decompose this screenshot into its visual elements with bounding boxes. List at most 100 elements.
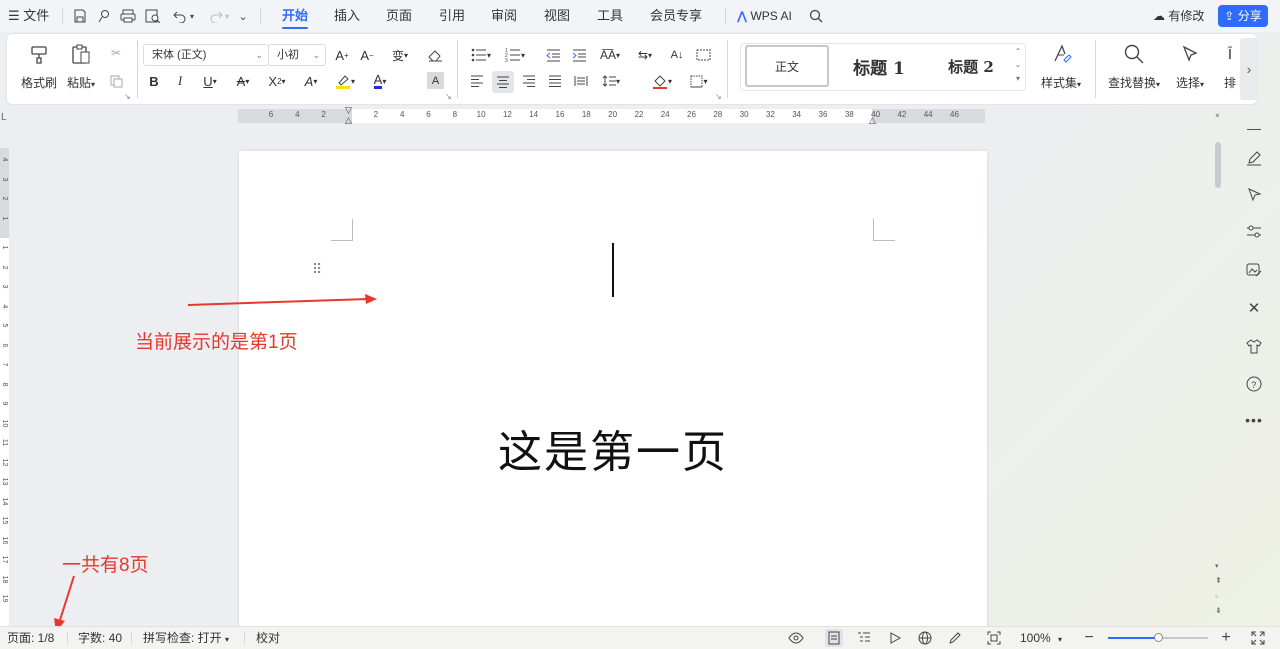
style-normal[interactable]: 正文 xyxy=(745,45,829,87)
shrink-font-icon[interactable]: A − xyxy=(358,45,376,65)
word-count[interactable]: 字数: 40 xyxy=(78,627,122,649)
eye-icon[interactable] xyxy=(787,629,805,647)
more-options-icon[interactable]: ••• xyxy=(1242,408,1266,432)
style-heading2[interactable]: 标题 2 xyxy=(929,45,1013,87)
search-icon[interactable] xyxy=(806,6,826,26)
style-heading1[interactable]: 标题 1 xyxy=(837,45,921,87)
share-button[interactable]: ⇪ 分享 xyxy=(1218,5,1268,27)
scroll-down-arrow-icon[interactable]: ▾ xyxy=(1215,562,1219,570)
increase-indent-icon[interactable] xyxy=(569,45,589,65)
page-view-icon[interactable] xyxy=(825,629,843,647)
tab-member[interactable]: 会员专享 xyxy=(650,0,702,32)
clipboard-expand-icon[interactable]: ↘ xyxy=(124,92,131,101)
sort-button[interactable]: Ī 排 xyxy=(1219,40,1241,91)
play-icon[interactable] xyxy=(886,629,904,647)
styles-scroll-up-icon[interactable]: ⌃ xyxy=(1012,46,1024,56)
styles-more-icon[interactable]: ▾ xyxy=(1012,72,1024,84)
spell-check-status[interactable]: 拼写检查: 打开 ▾ xyxy=(143,627,229,649)
tab-references[interactable]: 引用 xyxy=(439,0,465,32)
shading-icon[interactable]: ▾ xyxy=(647,71,677,91)
paragraph-expand-icon[interactable]: ↘ xyxy=(715,92,722,101)
justify-icon[interactable] xyxy=(545,71,565,91)
document-page[interactable]: ⠿ 这是第一页 xyxy=(239,151,987,627)
decrease-indent-icon[interactable] xyxy=(543,45,563,65)
italic-icon[interactable]: I xyxy=(171,71,189,91)
outline-view-icon[interactable] xyxy=(855,629,873,647)
vertical-scrollbar[interactable]: ⌅ ▾ ⇞ ◦ ⇟ xyxy=(1212,110,1226,626)
change-case-icon[interactable]: A͞A ▾ xyxy=(595,45,625,65)
zoom-out-icon[interactable]: − xyxy=(1080,629,1098,647)
cut-icon[interactable]: ✂ xyxy=(107,44,125,62)
tab-tools[interactable]: 工具 xyxy=(597,0,623,32)
zoom-level[interactable]: 100% ▾ xyxy=(1020,627,1062,649)
paste-button[interactable]: 粘贴▾ xyxy=(59,40,103,91)
zoom-slider[interactable] xyxy=(1108,633,1208,642)
fullscreen-icon[interactable] xyxy=(1249,629,1267,647)
find-replace-button[interactable]: 查找替换▾ xyxy=(1101,40,1167,91)
print-preview-icon[interactable] xyxy=(143,6,163,26)
align-center-icon[interactable] xyxy=(492,71,514,93)
grow-font-icon[interactable]: A + xyxy=(333,45,351,65)
next-page-icon[interactable]: ⇟ xyxy=(1215,606,1222,615)
zoom-slider-handle[interactable] xyxy=(1154,633,1163,642)
image-edit-icon[interactable] xyxy=(1242,258,1266,282)
right-indent-icon[interactable]: △ xyxy=(869,115,876,126)
select-button[interactable]: 选择▾ xyxy=(1167,40,1213,91)
wps-ai-button[interactable]: ⋀ WPS AI xyxy=(737,0,792,32)
tab-page[interactable]: 页面 xyxy=(386,0,412,32)
clear-format-icon[interactable] xyxy=(425,45,445,65)
left-indent-icon[interactable]: △ xyxy=(345,115,352,126)
save-icon[interactable] xyxy=(70,6,90,26)
pen-icon[interactable] xyxy=(1242,146,1266,170)
print-icon[interactable] xyxy=(118,6,138,26)
bullet-list-icon[interactable]: ▾ xyxy=(467,45,495,65)
phonetic-guide-icon[interactable]: 变 ▾ xyxy=(385,45,415,65)
fit-page-icon[interactable] xyxy=(985,629,1003,647)
font-color-icon[interactable]: A ▾ xyxy=(365,71,395,91)
scroll-top-icon[interactable]: ⌅ xyxy=(1214,110,1221,119)
adjust-sliders-icon[interactable] xyxy=(1242,220,1266,244)
ribbon-scroll-right-icon[interactable]: › xyxy=(1240,38,1258,100)
style-set-button[interactable]: 样式集▾ xyxy=(1031,40,1091,91)
font-size-select[interactable]: 小初 ⌄ xyxy=(268,44,326,66)
tab-home[interactable]: 开始 xyxy=(282,0,309,32)
undo-dropdown-icon[interactable]: ▾ xyxy=(187,6,197,26)
font-name-select[interactable]: 宋体 (正文) ⌄ xyxy=(143,44,269,66)
zoom-in-icon[interactable]: + xyxy=(1217,629,1235,647)
pen-icon[interactable] xyxy=(946,629,964,647)
help-icon[interactable]: ? xyxy=(1242,372,1266,396)
tab-review[interactable]: 审阅 xyxy=(491,0,517,32)
text-effect-icon[interactable]: A ▾ xyxy=(297,71,325,91)
strikethrough-icon[interactable]: A ▾ xyxy=(230,71,256,91)
align-right-icon[interactable] xyxy=(519,71,539,91)
proofread-button[interactable]: 校对 xyxy=(256,627,280,649)
chevron-down-icon[interactable]: ⌄ xyxy=(233,6,253,26)
scrollbar-thumb[interactable] xyxy=(1215,142,1221,188)
text-direction-icon[interactable]: ⇆ ▾ xyxy=(631,45,659,65)
prev-page-icon[interactable]: ⇞ xyxy=(1215,576,1222,585)
numbered-list-icon[interactable]: 1 2 3 ▾ xyxy=(501,45,529,65)
tab-insert[interactable]: 插入 xyxy=(334,0,360,32)
share-link-icon[interactable] xyxy=(94,6,114,26)
select-browse-object-icon[interactable]: ◦ xyxy=(1215,592,1218,601)
collapse-panel-icon[interactable]: — xyxy=(1242,116,1266,140)
align-left-icon[interactable] xyxy=(467,71,487,91)
file-menu[interactable]: ☰ 文件 xyxy=(8,0,49,32)
distributed-align-icon[interactable] xyxy=(571,71,591,91)
drag-handle-icon[interactable]: ⠿ xyxy=(312,261,322,278)
underline-icon[interactable]: U ▾ xyxy=(197,71,223,91)
styles-scroll-down-icon[interactable]: ⌄ xyxy=(1012,59,1024,69)
vertical-ruler[interactable]: 4 3 2 1 1 2 3 4 5 6 7 8 9 10 11 12 13 14 15 16 17 18 19 xyxy=(0,148,9,626)
line-spacing-icon[interactable]: ▾ xyxy=(597,71,625,91)
select-arrow-icon[interactable] xyxy=(1242,182,1266,206)
shirt-icon[interactable] xyxy=(1242,334,1266,358)
bold-icon[interactable]: B xyxy=(145,71,163,91)
web-view-icon[interactable] xyxy=(916,629,934,647)
superscript-icon[interactable]: X 2 ▾ xyxy=(263,71,291,91)
horizontal-ruler[interactable]: 6 4 2 2 4 6 8 10 12 14 16 18 20 22 24 26 28 30 32 34 36 38 40 4… xyxy=(238,105,985,126)
copy-icon[interactable] xyxy=(107,72,125,90)
show-marks-icon[interactable] xyxy=(693,45,713,65)
highlight-icon[interactable]: ▾ xyxy=(329,71,361,91)
page-body-text[interactable]: 这是第一页 xyxy=(239,416,987,480)
tools-icon[interactable]: ✕ xyxy=(1242,296,1266,320)
